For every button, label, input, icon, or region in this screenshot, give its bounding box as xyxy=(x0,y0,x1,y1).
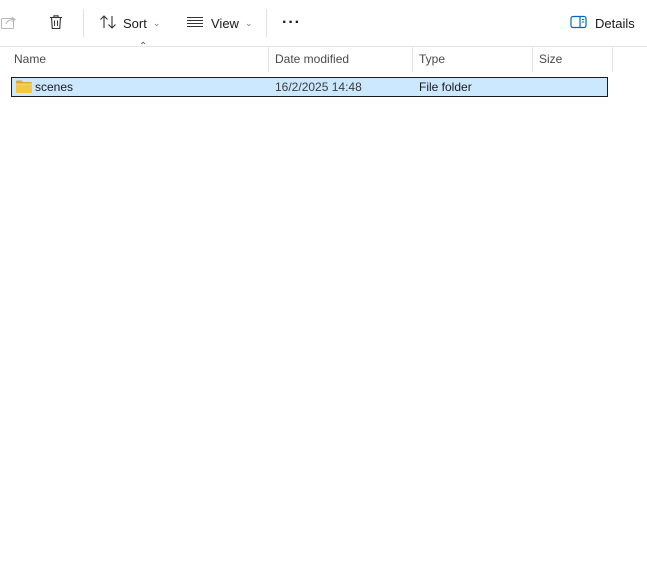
sort-ascending-icon: ⌃ xyxy=(139,41,148,52)
column-size-label: Size xyxy=(539,52,563,66)
chevron-down-icon: ⌄ xyxy=(152,18,161,28)
delete-button[interactable] xyxy=(47,8,69,38)
share-icon xyxy=(0,13,18,34)
more-icon: ··· xyxy=(282,14,301,31)
sort-icon xyxy=(99,14,117,33)
column-header-size[interactable]: Size xyxy=(532,46,613,72)
column-name-label: Name xyxy=(14,52,47,66)
column-header-name[interactable]: ⌃ Name xyxy=(7,41,269,72)
more-options-button[interactable]: ··· xyxy=(282,8,301,38)
toolbar-divider xyxy=(266,9,267,37)
share-button[interactable] xyxy=(0,8,20,38)
folder-icon xyxy=(15,79,33,97)
trash-icon xyxy=(47,13,65,34)
view-label: View xyxy=(211,15,239,31)
view-button[interactable]: View ⌄ xyxy=(186,8,253,38)
column-header-type[interactable]: Type xyxy=(412,46,533,72)
file-row[interactable]: scenes 16/2/2025 14:48 File folder xyxy=(11,77,608,97)
sort-button[interactable]: Sort ⌄ xyxy=(99,8,160,38)
column-header-date-modified[interactable]: Date modified xyxy=(268,46,413,72)
file-type: File folder xyxy=(419,80,472,94)
view-icon xyxy=(186,15,204,32)
command-bar: Sort ⌄ View ⌄ ··· Details xyxy=(0,0,647,47)
details-pane-button[interactable]: Details xyxy=(570,8,635,38)
column-date-label: Date modified xyxy=(275,52,350,66)
column-header: ⌃ Name Date modified Type Size xyxy=(0,41,647,72)
column-type-label: Type xyxy=(419,52,446,66)
details-pane-icon xyxy=(570,15,587,32)
sort-label: Sort xyxy=(123,15,147,31)
file-date-modified: 16/2/2025 14:48 xyxy=(275,80,362,94)
toolbar-divider xyxy=(83,9,84,37)
file-name: scenes xyxy=(35,80,74,94)
chevron-down-icon: ⌄ xyxy=(244,18,253,28)
details-label: Details xyxy=(595,15,635,31)
